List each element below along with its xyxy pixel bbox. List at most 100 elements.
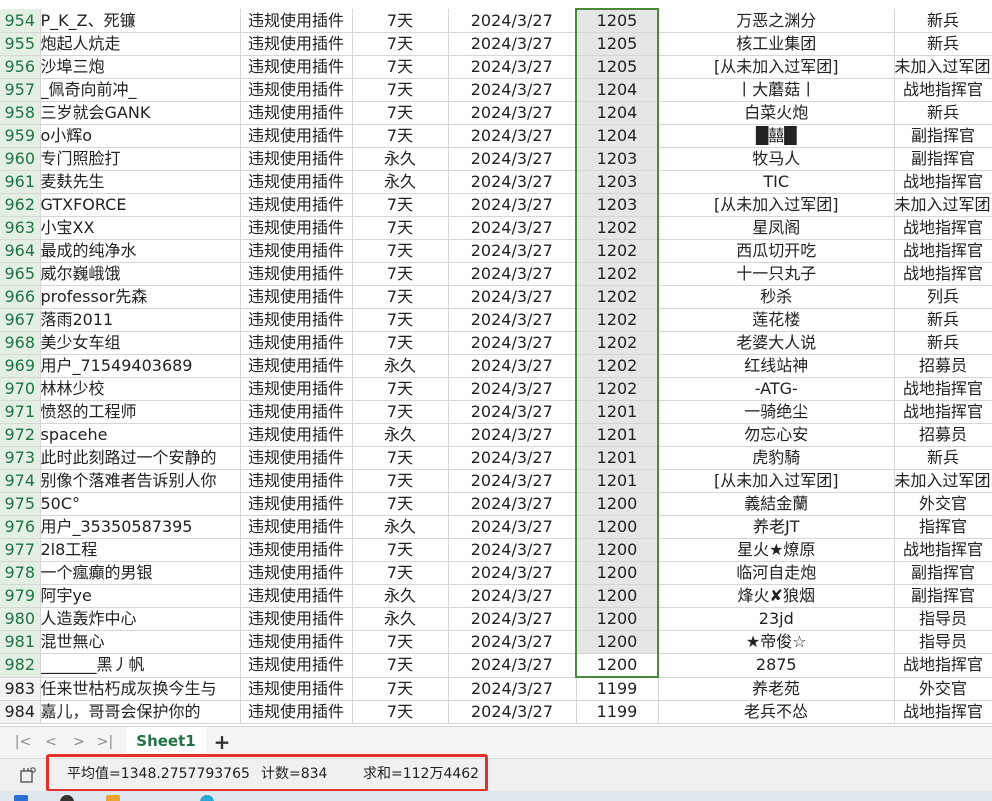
row-header[interactable]: 980 [0, 607, 41, 631]
row-header[interactable]: 973 [0, 446, 41, 470]
row-header[interactable]: 956 [0, 55, 41, 79]
cell-score[interactable]: 1202 [575, 354, 659, 378]
cell-reason[interactable]: 违规使用插件 [240, 653, 353, 678]
row-header[interactable]: 982 [0, 653, 41, 678]
cell-player-name[interactable]: P_K_Z、死镰 [40, 9, 241, 33]
cell-date[interactable]: 2024/3/27 [448, 331, 577, 355]
cell-legion[interactable]: 烽火✘狼烟 [658, 584, 895, 608]
cell-legion[interactable]: 养老苑 [658, 677, 895, 701]
cell-reason[interactable]: 违规使用插件 [240, 469, 353, 493]
cell-rank[interactable]: 未加入过军团] [894, 469, 992, 493]
cell-legion[interactable]: 十一只丸子 [658, 262, 895, 286]
row-header[interactable]: 963 [0, 216, 41, 240]
cell-player-name[interactable]: 人造轰炸中心 [40, 607, 241, 631]
cell-duration[interactable]: 永久 [352, 423, 449, 447]
cell-player-name[interactable]: _______黑丿帆 [40, 653, 241, 678]
cell-date[interactable]: 2024/3/27 [448, 193, 577, 217]
cell-duration[interactable]: 7天 [352, 216, 449, 240]
row-header[interactable]: 957 [0, 78, 41, 102]
cell-duration[interactable]: 7天 [352, 446, 449, 470]
cell-rank[interactable]: 招募员 [894, 423, 992, 447]
cell-duration[interactable]: 7天 [352, 538, 449, 562]
cell-duration[interactable]: 7天 [352, 285, 449, 309]
cell-legion[interactable]: █囍█ [658, 124, 895, 148]
cell-duration[interactable]: 7天 [352, 630, 449, 654]
cell-rank[interactable]: 未加入过军团] [894, 55, 992, 79]
cell-reason[interactable]: 违规使用插件 [240, 607, 353, 631]
cell-date[interactable]: 2024/3/27 [448, 607, 577, 631]
cell-duration[interactable]: 7天 [352, 101, 449, 125]
cell-legion[interactable]: 虎豹騎 [658, 446, 895, 470]
cell-rank[interactable]: 外交官 [894, 677, 992, 701]
cell-player-name[interactable]: 沙埠三炮 [40, 55, 241, 79]
cell-player-name[interactable]: 愤怒的工程师 [40, 400, 241, 424]
cell-date[interactable]: 2024/3/27 [448, 354, 577, 378]
cell-reason[interactable]: 违规使用插件 [240, 538, 353, 562]
cell-legion[interactable]: 养老JT [658, 515, 895, 539]
cell-player-name[interactable]: 威尔巍峨饿 [40, 262, 241, 286]
search-icon[interactable] [60, 795, 74, 801]
cell-score[interactable]: 1199 [576, 677, 659, 701]
cell-rank[interactable]: 战地指挥官 [894, 262, 992, 286]
cell-player-name[interactable]: 三岁就会GANK [40, 101, 241, 125]
cell-rank[interactable]: 副指挥官 [894, 124, 992, 148]
cell-reason[interactable]: 违规使用插件 [240, 423, 353, 447]
cell-date[interactable]: 2024/3/27 [448, 653, 577, 678]
cell-duration[interactable]: 永久 [352, 584, 449, 608]
cell-rank[interactable]: 战地指挥官 [894, 538, 992, 562]
cell-reason[interactable]: 违规使用插件 [240, 262, 353, 286]
cell-reason[interactable]: 违规使用插件 [240, 515, 353, 539]
cell-reason[interactable]: 违规使用插件 [240, 9, 353, 33]
row-header[interactable]: 960 [0, 147, 41, 171]
cell-legion[interactable]: 星凤阁 [658, 216, 895, 240]
cell-score[interactable]: 1199 [576, 700, 659, 724]
row-header[interactable]: 964 [0, 239, 41, 263]
cell-rank[interactable]: 新兵 [894, 9, 992, 33]
cell-duration[interactable]: 永久 [352, 147, 449, 171]
cell-score[interactable]: 1203 [575, 147, 659, 171]
cell-score[interactable]: 1202 [575, 239, 659, 263]
cell-player-name[interactable]: _佩奇向前冲_ [40, 78, 241, 102]
cell-date[interactable]: 2024/3/27 [448, 377, 577, 401]
cell-duration[interactable]: 7天 [352, 308, 449, 332]
cell-reason[interactable]: 违规使用插件 [240, 354, 353, 378]
cell-score[interactable]: 1200 [575, 561, 659, 585]
cell-legion[interactable]: 23jd [658, 607, 895, 631]
cell-player-name[interactable]: 此时此刻路过一个安静的 [40, 446, 241, 470]
cell-date[interactable]: 2024/3/27 [448, 308, 577, 332]
row-header[interactable]: 961 [0, 170, 41, 194]
cell-duration[interactable]: 永久 [352, 354, 449, 378]
cell-reason[interactable]: 违规使用插件 [240, 193, 353, 217]
cell-rank[interactable]: 战地指挥官 [894, 170, 992, 194]
cell-player-name[interactable]: 混世無心 [40, 630, 241, 654]
cell-reason[interactable]: 违规使用插件 [240, 101, 353, 125]
cell-date[interactable]: 2024/3/27 [448, 446, 577, 470]
cell-rank[interactable]: 副指挥官 [894, 147, 992, 171]
cell-legion[interactable]: 莲花楼 [658, 308, 895, 332]
cell-score[interactable]: 1201 [575, 469, 659, 493]
cell-date[interactable]: 2024/3/27 [448, 538, 577, 562]
cell-reason[interactable]: 违规使用插件 [240, 700, 353, 724]
cell-player-name[interactable]: 小宝XX [40, 216, 241, 240]
first-sheet-button[interactable]: |< [12, 731, 34, 753]
cell-player-name[interactable]: 2l8工程 [40, 538, 241, 562]
prev-sheet-button[interactable]: < [40, 731, 62, 753]
cell-date[interactable]: 2024/3/27 [448, 147, 577, 171]
cell-date[interactable]: 2024/3/27 [448, 561, 577, 585]
cell-legion[interactable]: 勿忘心安 [658, 423, 895, 447]
cell-reason[interactable]: 违规使用插件 [240, 32, 353, 56]
cell-duration[interactable]: 7天 [352, 9, 449, 33]
cell-player-name[interactable]: 麦麸先生 [40, 170, 241, 194]
cell-player-name[interactable]: 任来世枯朽成灰换今生与 [40, 677, 241, 701]
cell-date[interactable]: 2024/3/27 [448, 239, 577, 263]
cell-duration[interactable]: 7天 [352, 677, 449, 701]
row-header[interactable]: 984 [0, 700, 41, 724]
tab-sheet1[interactable]: Sheet1 [126, 727, 206, 757]
cell-legion[interactable]: 万恶之渊分 [658, 9, 895, 33]
cell-duration[interactable]: 7天 [352, 653, 449, 678]
row-header[interactable]: 979 [0, 584, 41, 608]
next-sheet-button[interactable]: > [68, 731, 90, 753]
cell-score[interactable]: 1202 [575, 216, 659, 240]
cell-rank[interactable]: 新兵 [894, 331, 992, 355]
cell-duration[interactable]: 7天 [352, 262, 449, 286]
